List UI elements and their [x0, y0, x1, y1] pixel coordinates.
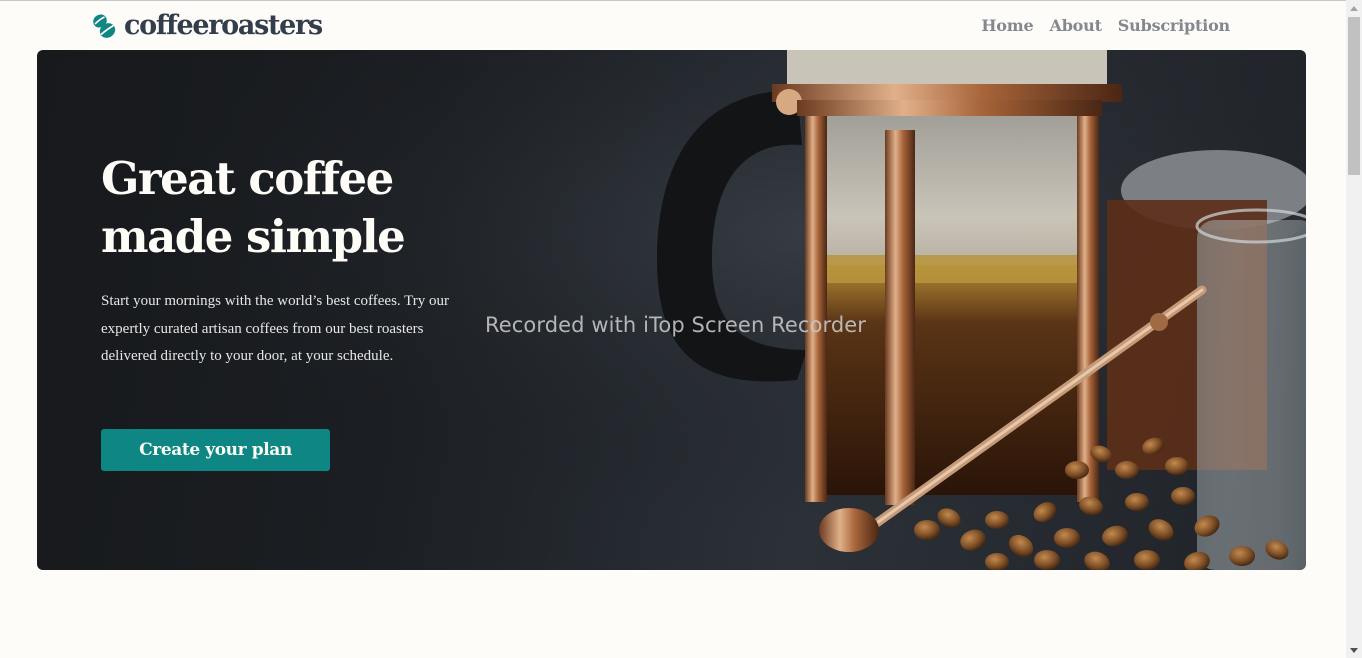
logo-text: coffeeroasters	[124, 10, 323, 41]
scrollbar-thumb[interactable]	[1348, 17, 1360, 175]
arrow-up-icon[interactable]	[1346, 0, 1362, 16]
coffee-bean-icon	[93, 14, 116, 38]
hero-title: Great coffee made simple	[101, 150, 501, 266]
page-scrollbar[interactable]	[1346, 0, 1362, 658]
hero-section: Great coffee made simple Start your morn…	[37, 50, 1306, 570]
hero-title-line1: Great coffee	[101, 152, 394, 205]
hero-title-line2: made simple	[101, 210, 406, 263]
logo[interactable]: coffeeroasters	[91, 10, 323, 41]
recorder-watermark: Recorded with iTop Screen Recorder	[485, 313, 867, 337]
site-header: coffeeroasters Home About Subscription	[0, 1, 1346, 50]
hero-description: Start your mornings with the world’s bes…	[101, 293, 450, 364]
main-nav: Home About Subscription	[981, 16, 1230, 35]
nav-subscription[interactable]: Subscription	[1118, 16, 1230, 35]
nav-about[interactable]: About	[1049, 16, 1102, 35]
nav-home[interactable]: Home	[981, 16, 1033, 35]
create-plan-button[interactable]: Create your plan	[101, 429, 330, 471]
arrow-down-icon[interactable]	[1346, 642, 1362, 658]
